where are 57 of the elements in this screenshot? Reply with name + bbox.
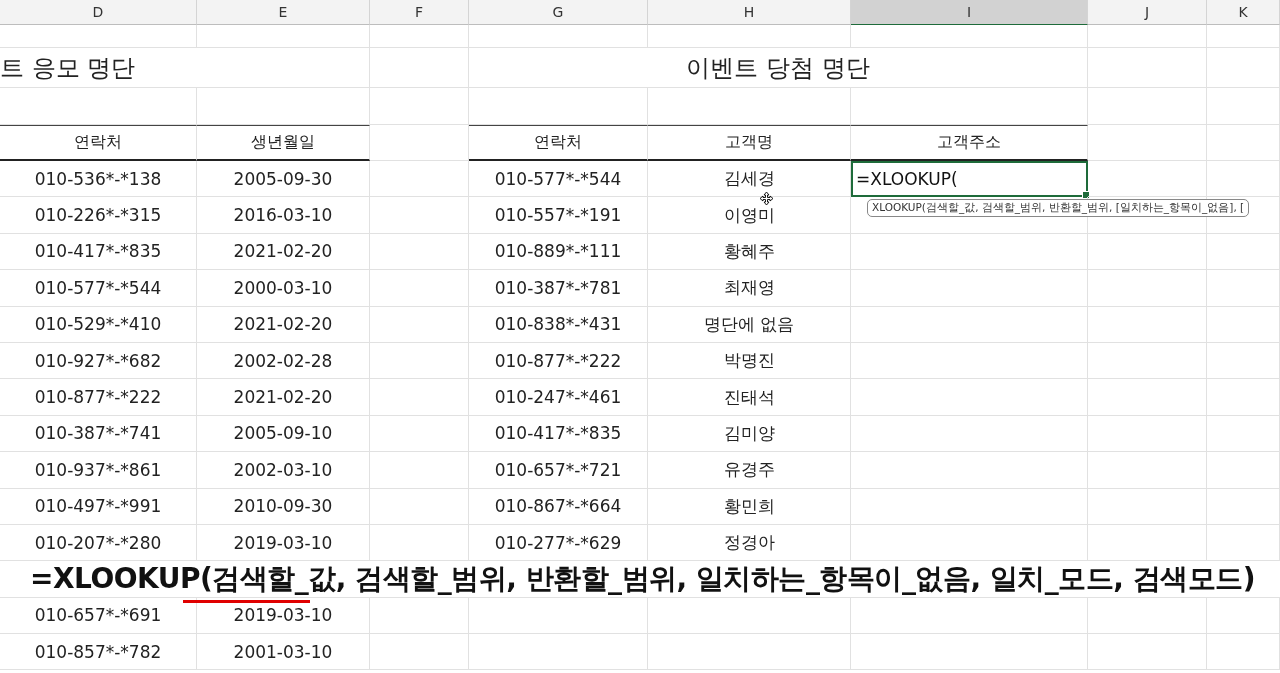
table-cell: 010-387*-*741 <box>34 423 162 444</box>
table-cell: 2001-03-10 <box>233 641 333 662</box>
table-cell: 010-247*-*461 <box>494 387 622 408</box>
table-cell: 2005-09-30 <box>233 168 333 189</box>
table-cell: 010-877*-*222 <box>494 350 622 371</box>
table-cell: 2021-02-20 <box>233 241 333 262</box>
column-heading: 고객명 <box>725 132 773 153</box>
table-cell: 010-557*-*191 <box>494 205 622 226</box>
column-heading: 고객주소 <box>937 132 1001 153</box>
table-cell: 2002-03-10 <box>233 459 333 480</box>
table-cell: 010-226*-*315 <box>34 205 162 226</box>
table-cell: 박명진 <box>723 349 775 373</box>
table-cell: 김세경 <box>723 167 775 191</box>
table-cell: 010-838*-*431 <box>494 314 622 335</box>
table-cell: 2002-02-28 <box>233 350 333 371</box>
table-title: 이벤트 당첨 명단 <box>686 52 870 84</box>
table-title: 트 응모 명단 <box>0 52 136 84</box>
table-cell: 010-207*-*280 <box>34 532 162 553</box>
table-cell: 010-877*-*222 <box>34 387 162 408</box>
table-cell: 김미양 <box>723 421 775 445</box>
table-cell: 010-497*-*991 <box>34 496 162 517</box>
table-cell: 2019-03-10 <box>233 605 333 626</box>
table-cell: 010-657*-*721 <box>494 459 622 480</box>
table-cell: 010-937*-*861 <box>34 459 162 480</box>
table-cell: 010-417*-*835 <box>34 241 162 262</box>
table-cell: 2000-03-10 <box>233 277 333 298</box>
table-cell: 명단에 없음 <box>703 312 795 336</box>
table-cell: 2016-03-10 <box>233 205 333 226</box>
column-heading: 연락처 <box>534 132 582 153</box>
table-cell: 010-529*-*410 <box>34 314 162 335</box>
table-cell: 황민희 <box>723 494 775 518</box>
table-cell: 010-657*-*691 <box>34 605 162 626</box>
table-cell: 2010-09-30 <box>233 496 333 517</box>
table-cell: 010-577*-*544 <box>34 277 162 298</box>
table-cell: 010-417*-*835 <box>494 423 622 444</box>
table-cell: 010-857*-*782 <box>34 641 162 662</box>
column-heading: 연락처 <box>74 132 122 153</box>
table-cell: 010-889*-*111 <box>494 241 622 262</box>
table-cell: 정경아 <box>723 531 775 555</box>
table-cell: 이영미 <box>723 203 775 227</box>
table-cell: 010-536*-*138 <box>34 168 162 189</box>
column-heading: 생년월일 <box>251 132 315 153</box>
table-cell: 진태석 <box>723 385 775 409</box>
table-cell: 010-867*-*664 <box>494 496 622 517</box>
table-cell: 최재영 <box>723 276 775 300</box>
table-cell: 010-927*-*682 <box>34 350 162 371</box>
table-cell: 2019-03-10 <box>233 532 333 553</box>
table-cell: 2005-09-10 <box>233 423 333 444</box>
table-cell: 010-577*-*544 <box>494 168 622 189</box>
table-cell: 유경주 <box>723 458 775 482</box>
function-tooltip: XLOOKUP(검색할_값, 검색할_범위, 반환할_범위, [일치하는_항목이_없음], [ <box>867 199 1250 218</box>
table-cell: 황혜주 <box>723 239 775 263</box>
formula-caption: =XLOOKUP(검색할_값, 검색할_범위, 반환할_범위, 일치하는_항목이_없음, 일치_모드, 검색모드) <box>30 563 1255 595</box>
table-cell: 2021-02-20 <box>233 314 333 335</box>
table-cell: 2021-02-20 <box>233 387 333 408</box>
table-cell: 010-387*-*781 <box>494 277 622 298</box>
table-cell: 010-277*-*629 <box>494 532 622 553</box>
